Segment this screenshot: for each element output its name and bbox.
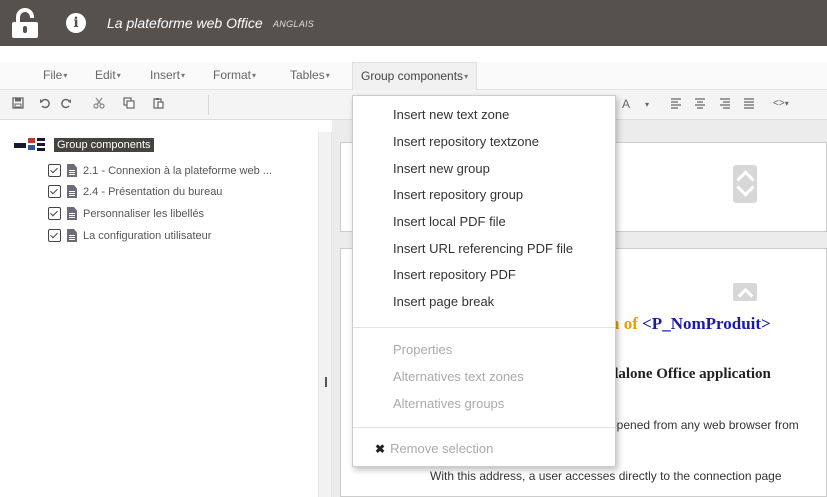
scroll-up-icon[interactable]: [733, 283, 757, 301]
chevron-down-icon: ▾: [252, 71, 257, 81]
chevron-down-icon: ▾: [63, 71, 68, 81]
menu-tables[interactable]: Tables▾: [290, 68, 330, 82]
save-icon[interactable]: [10, 97, 26, 113]
menu-item-remove-selection[interactable]: ✖ Remove selection: [375, 441, 493, 456]
title-bar: i La plateforme web Office ANGLAIS: [0, 0, 827, 46]
checkbox-checked-icon[interactable]: [48, 185, 61, 198]
menu-item-alternatives-groups: Alternatives groups: [393, 396, 505, 411]
redo-icon[interactable]: [58, 97, 74, 113]
menu-item-insert-repository-pdf[interactable]: Insert repository PDF: [393, 267, 516, 282]
undo-icon[interactable]: [37, 97, 53, 113]
close-icon: ✖: [375, 442, 386, 456]
chevron-down-icon: ▾: [116, 71, 121, 81]
tree-item[interactable]: 2.4 - Présentation du bureau: [48, 185, 222, 198]
panel-splitter[interactable]: [318, 132, 332, 497]
menu-item-insert-new-group[interactable]: Insert new group: [393, 161, 490, 176]
menu-edit[interactable]: Edit▾: [95, 68, 121, 82]
tree-item[interactable]: Personnaliser les libellés: [48, 207, 204, 220]
tree-item-label: 2.4 - Présentation du bureau: [83, 185, 223, 198]
menu-item-insert-page-break[interactable]: Insert page break: [393, 294, 494, 309]
font-color-caret-icon[interactable]: ▾: [645, 100, 649, 109]
checkbox-checked-icon[interactable]: [48, 207, 61, 220]
checkbox-checked-icon[interactable]: [48, 164, 61, 177]
group-components-dropdown: Insert new text zone Insert repository t…: [352, 95, 616, 467]
menu-item-insert-repository-textzone[interactable]: Insert repository textzone: [393, 134, 539, 149]
menu-file[interactable]: File▾: [43, 68, 67, 82]
menu-insert[interactable]: Insert▾: [150, 68, 185, 82]
group-icon: [14, 138, 50, 152]
tree-root[interactable]: Group components: [14, 138, 154, 152]
scroll-arrows-icon[interactable]: [733, 165, 757, 203]
menu-group-components[interactable]: Group components▾: [352, 62, 478, 90]
menu-format[interactable]: Format▾: [213, 68, 256, 82]
tree-item-label: Personnaliser les libellés: [83, 207, 205, 220]
toolbar-separator: [208, 95, 209, 115]
tree-item-label: La configuration utilisateur: [83, 229, 212, 242]
paste-icon[interactable]: [150, 97, 166, 113]
font-color-button[interactable]: A: [622, 97, 630, 111]
menu-item-insert-new-text-zone[interactable]: Insert new text zone: [393, 107, 509, 122]
copy-icon[interactable]: [121, 97, 137, 113]
language-label: ANGLAIS: [273, 19, 315, 29]
tree-item[interactable]: 2.1 - Connexion à la plateforme web ...: [48, 164, 272, 177]
chevron-down-icon: ▾: [181, 71, 186, 81]
lock-icon[interactable]: [12, 8, 40, 38]
checkbox-checked-icon[interactable]: [48, 229, 61, 242]
menu-item-insert-url-pdf[interactable]: Insert URL referencing PDF file: [393, 241, 573, 256]
menu-bar: File▾ Edit▾ Insert▾ Format▾ Tables▾ Grou…: [0, 62, 827, 90]
align-center-icon[interactable]: [692, 97, 708, 113]
source-code-button[interactable]: <>▾: [773, 98, 789, 109]
info-icon[interactable]: i: [66, 13, 86, 33]
tree-item-label: 2.1 - Connexion à la plateforme web ...: [83, 164, 272, 177]
align-left-icon[interactable]: [668, 97, 684, 113]
document-icon: [67, 185, 77, 198]
menu-item-properties: Properties: [393, 342, 453, 357]
tree-item[interactable]: La configuration utilisateur: [48, 229, 211, 242]
menu-separator: [353, 327, 615, 328]
menu-item-insert-local-pdf[interactable]: Insert local PDF file: [393, 214, 506, 229]
menu-separator: [353, 427, 615, 428]
document-icon: [67, 164, 77, 177]
menu-item-insert-repository-group[interactable]: Insert repository group: [393, 187, 523, 202]
chevron-down-icon: ▾: [464, 72, 469, 82]
document-icon: [67, 207, 77, 220]
splitter-grip[interactable]: [325, 377, 327, 387]
app-title: La plateforme web Office: [107, 15, 263, 31]
align-right-icon[interactable]: [717, 97, 733, 113]
chevron-down-icon: ▾: [325, 71, 330, 81]
document-icon: [67, 229, 77, 242]
tree-root-label: Group components: [54, 138, 154, 152]
component-tree: Group components 2.1 - Connexion à la pl…: [0, 132, 325, 497]
cut-icon[interactable]: [91, 97, 107, 113]
menu-item-alternatives-text-zones: Alternatives text zones: [393, 369, 524, 384]
justify-icon[interactable]: [741, 97, 757, 113]
chevron-down-icon: ▾: [784, 99, 789, 108]
code-icon: <>: [773, 98, 785, 109]
